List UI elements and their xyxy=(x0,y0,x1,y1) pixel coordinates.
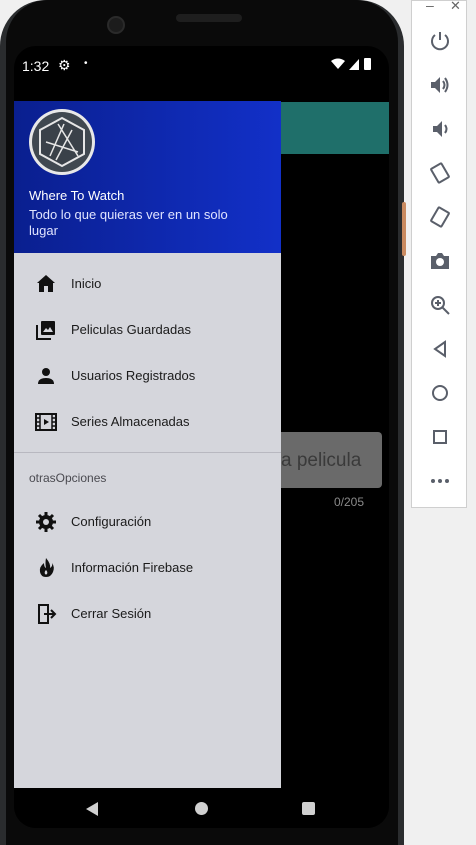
side-button[interactable] xyxy=(402,202,406,256)
menu-item-peliculas-guardadas[interactable]: Peliculas Guardadas xyxy=(14,307,281,353)
person-icon xyxy=(38,368,54,384)
camera-icon[interactable] xyxy=(428,249,452,273)
menu-item-label: Peliculas Guardadas xyxy=(71,322,191,337)
nav-back-icon[interactable] xyxy=(86,802,98,816)
photo-library-icon xyxy=(36,321,55,340)
nav-recents-icon[interactable] xyxy=(302,802,315,815)
status-time: 1:32 xyxy=(22,58,50,74)
gear-icon xyxy=(36,512,56,532)
status-notification-dot: • xyxy=(84,58,88,69)
volume-down-icon[interactable] xyxy=(428,117,452,141)
background-input-placeholder: a pelicula xyxy=(281,450,362,471)
rotate-left-icon[interactable] xyxy=(428,161,452,185)
home-icon xyxy=(37,275,55,292)
minimize-button[interactable]: – xyxy=(426,0,434,13)
fire-icon xyxy=(39,558,54,577)
front-camera xyxy=(107,16,125,34)
app-subtitle: Todo lo que quieras ver en un solo lugar xyxy=(29,207,228,238)
menu-item-label: Configuración xyxy=(71,514,152,529)
menu-item-informacion-firebase[interactable]: Información Firebase xyxy=(14,545,281,591)
menu-item-cerrar-sesion[interactable]: Cerrar Sesión xyxy=(14,591,281,637)
menu-item-label: Inicio xyxy=(71,276,102,291)
system-nav-bar xyxy=(14,788,389,828)
earpiece-speaker xyxy=(176,14,242,22)
app-name: Where To Watch xyxy=(29,188,125,203)
avatar[interactable] xyxy=(29,109,95,175)
app-logo-icon xyxy=(32,112,92,172)
drawer-header: Where To Watch Todo lo que quieras ver e… xyxy=(14,101,281,253)
nav-home-icon[interactable] xyxy=(195,802,208,815)
menu-item-label: Cerrar Sesión xyxy=(71,606,152,621)
toolbar-titlebar: – ✕ xyxy=(412,0,466,17)
menu-item-inicio[interactable]: Inicio xyxy=(14,261,281,307)
menu-item-label: Información Firebase xyxy=(71,560,194,575)
status-bar: 1:32 ⚙ • xyxy=(14,46,389,86)
section-title: otrasOpciones xyxy=(29,471,107,485)
background-char-counter: 0/205 xyxy=(334,495,365,509)
movie-icon xyxy=(35,413,57,431)
drawer-divider xyxy=(14,452,281,453)
more-icon[interactable] xyxy=(428,469,452,493)
logout-icon xyxy=(38,604,57,624)
menu-item-configuracion[interactable]: Configuración xyxy=(14,499,281,545)
emulator-toolbar: – ✕ xyxy=(411,0,467,508)
volume-up-icon[interactable] xyxy=(428,73,452,97)
zoom-icon[interactable] xyxy=(428,293,452,317)
signal-battery-icon xyxy=(331,58,371,70)
menu-item-usuarios-registrados[interactable]: Usuarios Registrados xyxy=(14,353,281,399)
power-icon[interactable] xyxy=(428,29,452,53)
overview-icon[interactable] xyxy=(428,425,452,449)
menu-item-label: Series Almacenadas xyxy=(71,414,190,429)
phone-screen: 1:32 ⚙ • a pelicula 0/205 Where To Watch… xyxy=(14,46,389,828)
navigation-drawer: Where To Watch Todo lo que quieras ver e… xyxy=(14,101,281,788)
menu-item-label: Usuarios Registrados xyxy=(71,368,196,383)
rotate-right-icon[interactable] xyxy=(428,205,452,229)
menu-item-series-almacenadas[interactable]: Series Almacenadas xyxy=(14,399,281,445)
status-settings-icon: ⚙ xyxy=(58,57,71,73)
close-button[interactable]: ✕ xyxy=(450,0,461,14)
status-signal-battery-icons xyxy=(331,57,375,74)
home-icon[interactable] xyxy=(428,381,452,405)
back-icon[interactable] xyxy=(428,337,452,361)
